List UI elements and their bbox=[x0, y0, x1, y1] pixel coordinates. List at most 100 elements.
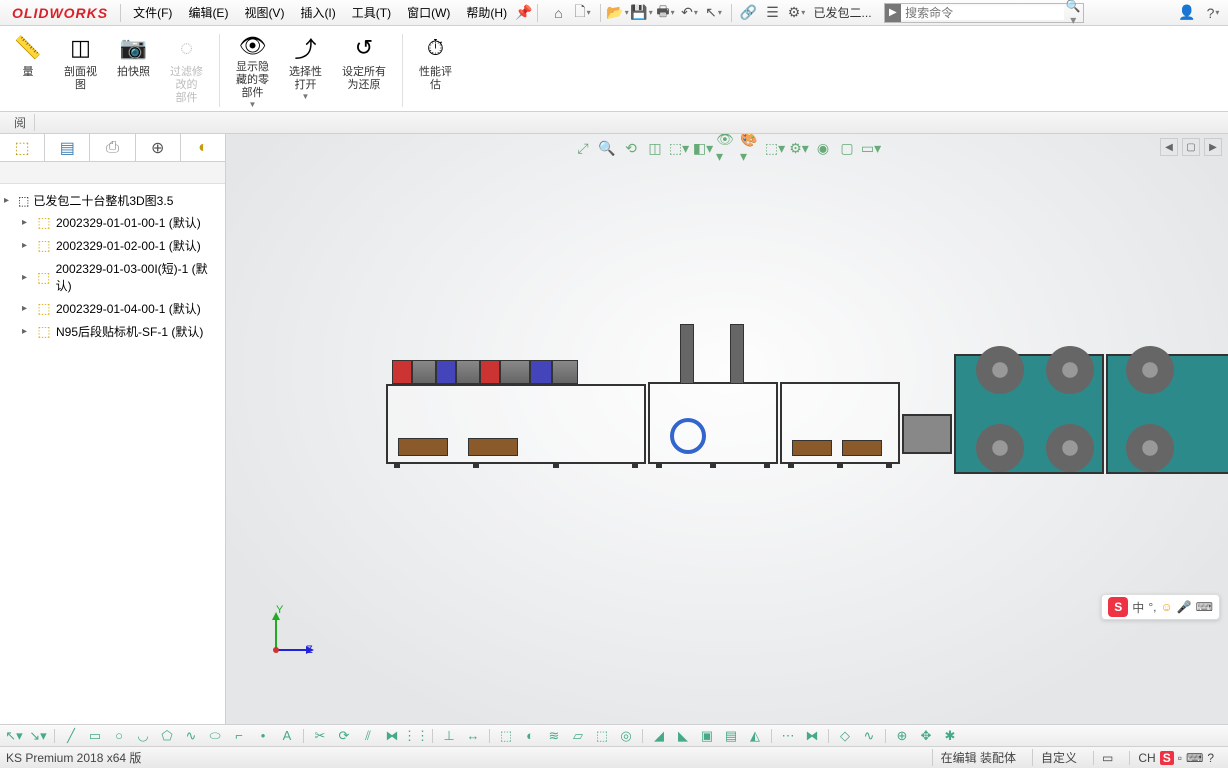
ribbon-open-selection[interactable]: ⤴ 选择性 打开 ▼ bbox=[283, 30, 328, 111]
linear-pattern-icon[interactable]: ⋯ bbox=[778, 727, 798, 745]
menu-view[interactable]: 视图(V) bbox=[236, 4, 292, 21]
sweep-icon[interactable]: ≋ bbox=[544, 727, 564, 745]
orientation-triad[interactable]: Y Z bbox=[256, 604, 316, 664]
move-comp-icon[interactable]: ✥ bbox=[916, 727, 936, 745]
menu-tools[interactable]: 工具(T) bbox=[344, 4, 399, 21]
ime-emoji-icon[interactable]: ☺ bbox=[1160, 600, 1172, 614]
tree-item[interactable]: ▸⬚ 2002329-01-02-00-1 (默认) bbox=[4, 234, 221, 257]
section-icon[interactable]: ◫ bbox=[644, 138, 666, 158]
zoom-area-icon[interactable]: 🔍 bbox=[596, 138, 618, 158]
menu-insert[interactable]: 插入(I) bbox=[292, 4, 343, 21]
panel-tab-property[interactable]: ▤ bbox=[45, 134, 90, 161]
tree-item[interactable]: ▸⬚ 2002329-01-04-00-1 (默认) bbox=[4, 297, 221, 320]
ribbon-performance[interactable]: ⏱ 性能评 估 bbox=[413, 30, 458, 111]
circle-icon[interactable]: ○ bbox=[109, 727, 129, 745]
ellipse-icon[interactable]: ⬭ bbox=[205, 727, 225, 745]
relation-icon[interactable]: ⊥ bbox=[439, 727, 459, 745]
ribbon-show-hidden[interactable]: 👁 显示隐 藏的零 部件 ▼ bbox=[230, 30, 275, 111]
rib-icon[interactable]: ▤ bbox=[721, 727, 741, 745]
tree-root[interactable]: ▸ ⬚ 已发包二十台整机3D图3.5 bbox=[4, 190, 221, 211]
ime-keyboard-icon[interactable]: ⌨ bbox=[1196, 600, 1213, 614]
exploded-icon[interactable]: ✱ bbox=[940, 727, 960, 745]
link-icon[interactable]: 🔗 bbox=[738, 3, 760, 23]
apply-scene-icon[interactable]: ⬚▾ bbox=[764, 138, 786, 158]
cut-extrude-icon[interactable]: ⬚ bbox=[592, 727, 612, 745]
mate-icon[interactable]: ⊕ bbox=[892, 727, 912, 745]
ime-mic-icon[interactable]: 🎤 bbox=[1177, 600, 1192, 614]
hole-icon[interactable]: ◎ bbox=[616, 727, 636, 745]
spline-icon[interactable]: ∿ bbox=[181, 727, 201, 745]
loft-icon[interactable]: ▱ bbox=[568, 727, 588, 745]
viewport-max-icon[interactable]: ▢ bbox=[1182, 138, 1200, 156]
fillet3d-icon[interactable]: ◢ bbox=[649, 727, 669, 745]
panel-tab-dim[interactable]: ⊕ bbox=[136, 134, 181, 161]
line-icon[interactable]: ╱ bbox=[61, 727, 81, 745]
undo-icon[interactable]: ↶ bbox=[679, 3, 701, 23]
home-icon[interactable]: ⌂ bbox=[548, 3, 570, 23]
render-icon[interactable]: ◉ bbox=[812, 138, 834, 158]
save-icon[interactable]: 💾 bbox=[631, 3, 653, 23]
corner-rect-icon[interactable]: ▭ bbox=[85, 727, 105, 745]
convert-icon[interactable]: ⟳ bbox=[334, 727, 354, 745]
ribbon-tab-reading[interactable]: 阅 bbox=[6, 114, 35, 131]
view-settings-icon[interactable]: ⚙▾ bbox=[788, 138, 810, 158]
search-input[interactable] bbox=[901, 6, 1064, 20]
zoom-fit-icon[interactable]: ⤢ bbox=[572, 138, 594, 158]
cursor-icon[interactable]: ↖▾ bbox=[4, 727, 24, 745]
panel-tab-feature-tree[interactable]: ⬚ bbox=[0, 134, 45, 161]
sogou-icon[interactable]: S bbox=[1108, 597, 1128, 617]
status-custom[interactable]: 自定义 bbox=[1032, 749, 1085, 766]
list-icon[interactable]: ☰ bbox=[762, 3, 784, 23]
ribbon-restore-all[interactable]: ↺ 设定所有 为还原 bbox=[336, 30, 392, 111]
view-orient-icon[interactable]: ⬚▾ bbox=[668, 138, 690, 158]
mirror-icon[interactable]: ⧓ bbox=[382, 727, 402, 745]
chamfer-icon[interactable]: ◣ bbox=[673, 727, 693, 745]
curves-icon[interactable]: ∿ bbox=[859, 727, 879, 745]
mirror3d-icon[interactable]: ⧓ bbox=[802, 727, 822, 745]
help-icon[interactable]: ? bbox=[1202, 3, 1224, 23]
point-icon[interactable]: • bbox=[253, 727, 273, 745]
offset-icon[interactable]: ⫽ bbox=[358, 727, 378, 745]
arc-icon[interactable]: ◡ bbox=[133, 727, 153, 745]
search-play-icon[interactable]: ▶ bbox=[885, 4, 902, 22]
open-icon[interactable]: 📂 bbox=[607, 3, 629, 23]
smart-dim-icon[interactable]: ↘▾ bbox=[28, 727, 48, 745]
select-icon[interactable]: ↖ bbox=[703, 3, 725, 23]
command-search[interactable]: ▶ 🔍▾ bbox=[884, 3, 1084, 23]
edit-appearance-icon[interactable]: 🎨▾ bbox=[740, 138, 762, 158]
status-units-icon[interactable]: ▭ bbox=[1093, 751, 1121, 765]
print-icon[interactable]: 🖶 bbox=[655, 3, 677, 23]
draft-icon[interactable]: ◭ bbox=[745, 727, 765, 745]
pin-icon[interactable]: 📌 bbox=[515, 4, 532, 21]
viewport-next-icon[interactable]: ▶ bbox=[1204, 138, 1222, 156]
new-doc-icon[interactable]: 🗋 bbox=[572, 3, 594, 23]
graphics-viewport[interactable]: ⤢ 🔍 ⟲ ◫ ⬚▾ ◧▾ 👁▾ 🎨▾ ⬚▾ ⚙▾ ◉ ▢ ▭▾ ◀ ▢ ▶ bbox=[226, 134, 1228, 724]
keyboard-tray-icon[interactable]: ⌨ bbox=[1186, 751, 1203, 765]
menu-help[interactable]: 帮助(H) bbox=[458, 4, 515, 21]
fillet-icon[interactable]: ⌐ bbox=[229, 727, 249, 745]
menu-window[interactable]: 窗口(W) bbox=[399, 4, 458, 21]
tree-item[interactable]: ▸⬚ N95后段贴标机-SF-1 (默认) bbox=[4, 320, 221, 343]
trim-icon[interactable]: ✂ bbox=[310, 727, 330, 745]
ime-tray-icon[interactable]: ▫ bbox=[1178, 751, 1182, 765]
viewport-prev-icon[interactable]: ◀ bbox=[1160, 138, 1178, 156]
extrude-icon[interactable]: ⬚ bbox=[496, 727, 516, 745]
display-style-icon[interactable]: ◧▾ bbox=[692, 138, 714, 158]
prev-view-icon[interactable]: ⟲ bbox=[620, 138, 642, 158]
ref-geom-icon[interactable]: ◇ bbox=[835, 727, 855, 745]
user-icon[interactable]: 👤 bbox=[1176, 3, 1198, 23]
ribbon-snapshot[interactable]: 📷 拍快照 bbox=[111, 30, 156, 111]
sogou-tray-icon[interactable]: S bbox=[1160, 751, 1174, 765]
collapse-arrow-icon[interactable]: ▸ bbox=[4, 195, 14, 206]
ime-lang-label[interactable]: 中 bbox=[1132, 599, 1144, 616]
tree-item[interactable]: ▸⬚ 2002329-01-01-00-1 (默认) bbox=[4, 211, 221, 234]
display-states-icon[interactable]: ▭▾ bbox=[860, 138, 882, 158]
dimension-icon[interactable]: ↔ bbox=[463, 727, 483, 745]
polygon-icon[interactable]: ⬠ bbox=[157, 727, 177, 745]
revolve-icon[interactable]: ◐ bbox=[520, 727, 540, 745]
options-gear-icon[interactable]: ⚙ bbox=[786, 3, 808, 23]
render-region-icon[interactable]: ▢ bbox=[836, 138, 858, 158]
hide-show-icon[interactable]: 👁▾ bbox=[716, 138, 738, 158]
shell-icon[interactable]: ▣ bbox=[697, 727, 717, 745]
panel-tab-config[interactable]: ⎙ bbox=[90, 134, 135, 161]
